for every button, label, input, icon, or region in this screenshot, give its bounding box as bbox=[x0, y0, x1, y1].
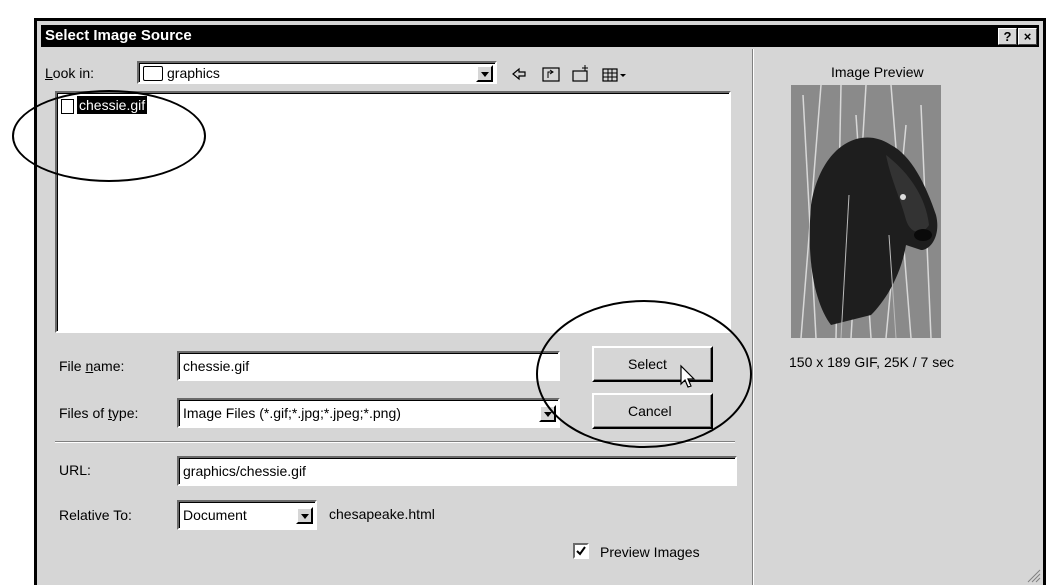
annotation-ellipse-buttons bbox=[536, 300, 752, 448]
view-menu-icon[interactable] bbox=[602, 68, 626, 82]
relative-file-name: chesapeake.html bbox=[329, 506, 435, 522]
relative-to-label: Relative To: bbox=[59, 507, 132, 523]
url-field[interactable]: graphics/chessie.gif bbox=[177, 456, 737, 486]
image-preview-title: Image Preview bbox=[831, 64, 924, 80]
preview-images-label: Preview Images bbox=[600, 544, 700, 560]
look-in-label: Look in: bbox=[45, 65, 95, 81]
preview-images-checkbox[interactable] bbox=[573, 543, 589, 559]
help-button[interactable]: ? bbox=[998, 28, 1017, 45]
image-preview-info: 150 x 189 GIF, 25K / 7 sec bbox=[789, 354, 954, 370]
up-folder-icon[interactable] bbox=[542, 67, 560, 82]
file-name-value: chessie.gif bbox=[183, 358, 250, 374]
relative-to-combo[interactable]: Document bbox=[177, 500, 317, 530]
dialog-title: Select Image Source bbox=[45, 27, 192, 44]
dog-image bbox=[791, 85, 941, 338]
title-bar: Select Image Source ? × bbox=[41, 25, 1039, 47]
panel-divider bbox=[752, 49, 754, 585]
select-image-source-dialog: Select Image Source ? × Look in: graphic… bbox=[34, 18, 1046, 585]
url-value: graphics/chessie.gif bbox=[183, 463, 306, 479]
file-name-label: File name: bbox=[59, 358, 125, 374]
check-icon bbox=[576, 546, 586, 556]
annotation-ellipse-file bbox=[12, 90, 206, 182]
chevron-down-icon[interactable] bbox=[296, 507, 313, 524]
close-button[interactable]: × bbox=[1018, 28, 1037, 45]
new-folder-icon[interactable] bbox=[572, 65, 588, 82]
folder-icon bbox=[143, 66, 163, 81]
image-preview bbox=[791, 85, 941, 338]
file-name-field[interactable]: chessie.gif bbox=[177, 351, 560, 381]
relative-to-value: Document bbox=[183, 507, 247, 523]
files-of-type-value: Image Files (*.gif;*.jpg;*.jpeg;*.png) bbox=[183, 405, 401, 421]
back-icon[interactable] bbox=[512, 67, 526, 81]
toolbar-icons bbox=[512, 65, 626, 82]
look-in-value: graphics bbox=[167, 65, 220, 81]
url-label: URL: bbox=[59, 462, 91, 478]
files-of-type-label: Files of type: bbox=[59, 405, 139, 421]
look-in-combo[interactable]: graphics bbox=[137, 61, 497, 84]
resize-grip-icon[interactable] bbox=[1027, 569, 1041, 583]
chevron-down-icon[interactable] bbox=[476, 65, 493, 82]
files-of-type-combo[interactable]: Image Files (*.gif;*.jpg;*.jpeg;*.png) bbox=[177, 398, 560, 428]
